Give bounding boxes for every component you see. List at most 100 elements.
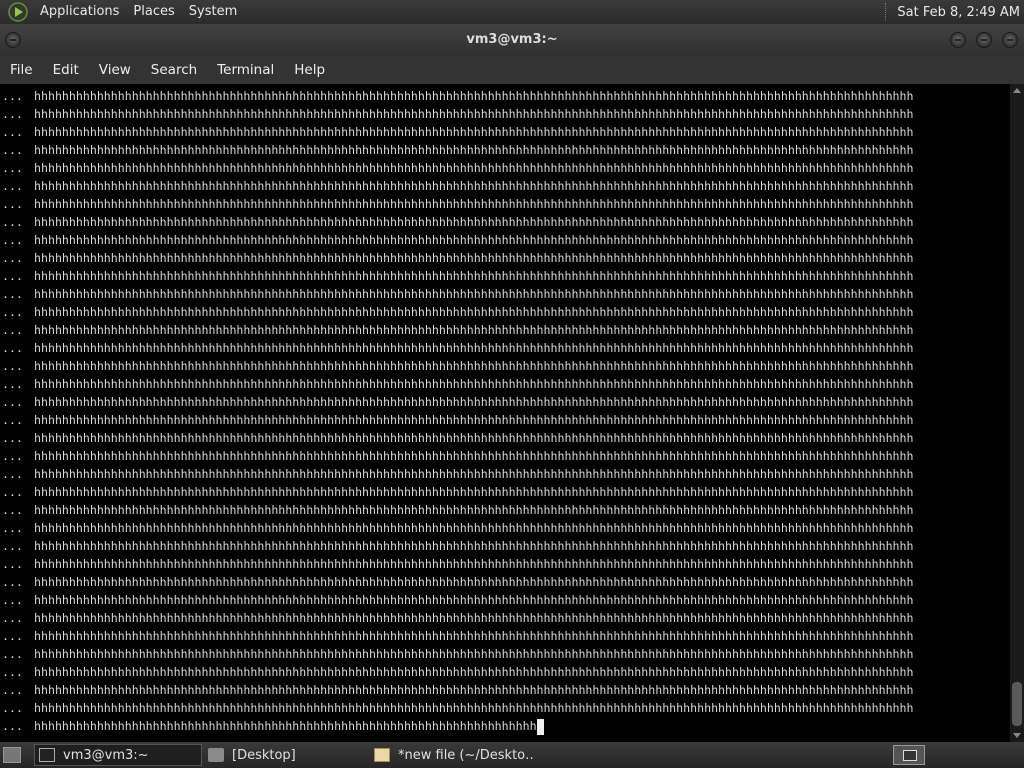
terminal-line: ... hhhhhhhhhhhhhhhhhhhhhhhhhhhhhhhhhhhhh… [2,555,913,573]
text-editor-icon [374,748,390,762]
workspace-switcher[interactable] [893,745,925,765]
clock[interactable]: Sat Feb 8, 2:49 AM [897,5,1024,20]
taskbar-item-terminal[interactable]: vm3@vm3:~ [34,744,202,766]
menu-file[interactable]: File [0,56,43,84]
continuation-prompt: ... [2,449,23,463]
terminal-output[interactable]: ... hhhhhhhhhhhhhhhhhhhhhhhhhhhhhhhhhhhhh… [0,84,1010,742]
terminal-line: ... hhhhhhhhhhhhhhhhhhhhhhhhhhhhhhhhhhhhh… [2,699,913,717]
line-text: hhhhhhhhhhhhhhhhhhhhhhhhhhhhhhhhhhhhhhhh… [34,341,914,355]
terminal-line: ... hhhhhhhhhhhhhhhhhhhhhhhhhhhhhhhhhhhhh… [2,177,913,195]
terminal-line: ... hhhhhhhhhhhhhhhhhhhhhhhhhhhhhhhhhhhhh… [2,213,913,231]
line-text: hhhhhhhhhhhhhhhhhhhhhhhhhhhhhhhhhhhhhhhh… [34,521,914,535]
window-title: vm3@vm3:~ [466,32,558,47]
terminal-line: ... hhhhhhhhhhhhhhhhhhhhhhhhhhhhhhhhhhhhh… [2,105,913,123]
line-text: hhhhhhhhhhhhhhhhhhhhhhhhhhhhhhhhhhhhhhhh… [34,323,914,337]
scroll-up-arrow-icon[interactable] [1013,88,1021,93]
window-titlebar[interactable]: vm3@vm3:~ [0,24,1024,56]
line-text: hhhhhhhhhhhhhhhhhhhhhhhhhhhhhhhhhhhhhhhh… [34,683,914,697]
line-text: hhhhhhhhhhhhhhhhhhhhhhhhhhhhhhhhhhhhhhhh… [34,215,914,229]
line-text: hhhhhhhhhhhhhhhhhhhhhhhhhhhhhhhhhhhhhhhh… [34,467,914,481]
minimize-button[interactable] [950,32,966,48]
continuation-prompt: ... [2,197,23,211]
menu-help[interactable]: Help [284,56,335,84]
distro-logo-icon[interactable] [8,2,28,22]
continuation-prompt: ... [2,503,23,517]
continuation-prompt: ... [2,287,23,301]
panel-separator [885,3,891,21]
terminal-line: ... hhhhhhhhhhhhhhhhhhhhhhhhhhhhhhhhhhhhh… [2,87,913,105]
applications-menu[interactable]: Applications [33,0,126,24]
line-text: hhhhhhhhhhhhhhhhhhhhhhhhhhhhhhhhhhhhhhhh… [34,431,914,445]
taskbar-item-editor[interactable]: *new file (~/Deskto… [370,744,534,766]
maximize-button[interactable] [976,32,992,48]
terminal-line: ... hhhhhhhhhhhhhhhhhhhhhhhhhhhhhhhhhhhhh… [2,339,913,357]
menu-terminal[interactable]: Terminal [207,56,284,84]
places-menu[interactable]: Places [126,0,181,24]
taskbar-item-label: [Desktop] [232,747,296,763]
terminal-line: ... hhhhhhhhhhhhhhhhhhhhhhhhhhhhhhhhhhhhh… [2,465,913,483]
continuation-prompt: ... [2,701,23,715]
line-text: hhhhhhhhhhhhhhhhhhhhhhhhhhhhhhhhhhhhhhhh… [34,449,914,463]
close-button[interactable] [1002,32,1018,48]
line-text: hhhhhhhhhhhhhhhhhhhhhhhhhhhhhhhhhhhhhhhh… [34,161,914,175]
bottom-taskbar: vm3@vm3:~ [Desktop] *new file (~/Deskto… [0,742,1024,768]
continuation-prompt: ... [2,215,23,229]
terminal-line: ... hhhhhhhhhhhhhhhhhhhhhhhhhhhhhhhhhhhhh… [2,501,913,519]
line-text: hhhhhhhhhhhhhhhhhhhhhhhhhhhhhhhhhhhhhhhh… [34,719,537,733]
terminal-line: ... hhhhhhhhhhhhhhhhhhhhhhhhhhhhhhhhhhhhh… [2,195,913,213]
terminal-line: ... hhhhhhhhhhhhhhhhhhhhhhhhhhhhhhhhhhhhh… [2,141,913,159]
line-text: hhhhhhhhhhhhhhhhhhhhhhhhhhhhhhhhhhhhhhhh… [34,485,914,499]
menu-edit[interactable]: Edit [43,56,89,84]
line-text: hhhhhhhhhhhhhhhhhhhhhhhhhhhhhhhhhhhhhhhh… [34,575,914,589]
terminal-line: ... hhhhhhhhhhhhhhhhhhhhhhhhhhhhhhhhhhhhh… [2,429,913,447]
continuation-prompt: ... [2,359,23,373]
taskbar-item-desktop[interactable]: [Desktop] [204,744,368,766]
continuation-prompt: ... [2,341,23,355]
terminal-line: ... hhhhhhhhhhhhhhhhhhhhhhhhhhhhhhhhhhhhh… [2,303,913,321]
continuation-prompt: ... [2,305,23,319]
continuation-prompt: ... [2,647,23,661]
continuation-prompt: ... [2,323,23,337]
terminal-scrollbar[interactable] [1010,84,1024,742]
scrollbar-thumb[interactable] [1012,682,1022,726]
menu-search[interactable]: Search [141,56,207,84]
line-text: hhhhhhhhhhhhhhhhhhhhhhhhhhhhhhhhhhhhhhhh… [34,305,914,319]
terminal-menubar: File Edit View Search Terminal Help [0,56,1024,84]
continuation-prompt: ... [2,413,23,427]
terminal-line: ... hhhhhhhhhhhhhhhhhhhhhhhhhhhhhhhhhhhhh… [2,573,913,591]
terminal-line: ... hhhhhhhhhhhhhhhhhhhhhhhhhhhhhhhhhhhhh… [2,591,913,609]
line-text: hhhhhhhhhhhhhhhhhhhhhhhhhhhhhhhhhhhhhhhh… [34,197,914,211]
continuation-prompt: ... [2,467,23,481]
terminal-line: ... hhhhhhhhhhhhhhhhhhhhhhhhhhhhhhhhhhhhh… [2,159,913,177]
terminal-line: ... hhhhhhhhhhhhhhhhhhhhhhhhhhhhhhhhhhhhh… [2,321,913,339]
folder-icon [208,748,224,762]
continuation-prompt: ... [2,233,23,247]
continuation-prompt: ... [2,377,23,391]
terminal-current-line: ... hhhhhhhhhhhhhhhhhhhhhhhhhhhhhhhhhhhhh… [2,717,913,735]
line-text: hhhhhhhhhhhhhhhhhhhhhhhhhhhhhhhhhhhhhhhh… [34,665,914,679]
terminal-lines: ... hhhhhhhhhhhhhhhhhhhhhhhhhhhhhhhhhhhhh… [2,87,913,735]
terminal-line: ... hhhhhhhhhhhhhhhhhhhhhhhhhhhhhhhhhhhhh… [2,357,913,375]
line-text: hhhhhhhhhhhhhhhhhhhhhhhhhhhhhhhhhhhhhhhh… [34,179,914,193]
line-text: hhhhhhhhhhhhhhhhhhhhhhhhhhhhhhhhhhhhhhhh… [34,269,914,283]
continuation-prompt: ... [2,629,23,643]
continuation-prompt: ... [2,107,23,121]
terminal-line: ... hhhhhhhhhhhhhhhhhhhhhhhhhhhhhhhhhhhhh… [2,519,913,537]
continuation-prompt: ... [2,683,23,697]
scroll-down-arrow-icon[interactable] [1013,733,1021,738]
line-text: hhhhhhhhhhhhhhhhhhhhhhhhhhhhhhhhhhhhhhhh… [34,251,914,265]
continuation-prompt: ... [2,593,23,607]
continuation-prompt: ... [2,179,23,193]
terminal-icon [39,748,55,762]
line-text: hhhhhhhhhhhhhhhhhhhhhhhhhhhhhhhhhhhhhhhh… [34,125,914,139]
menu-view[interactable]: View [89,56,141,84]
show-desktop-icon[interactable] [3,747,21,763]
continuation-prompt: ... [2,431,23,445]
system-menu[interactable]: System [182,0,244,24]
taskbar-item-label: vm3@vm3:~ [63,747,149,763]
continuation-prompt: ... [2,485,23,499]
top-panel: Applications Places System Sat Feb 8, 2:… [0,0,1024,24]
line-text: hhhhhhhhhhhhhhhhhhhhhhhhhhhhhhhhhhhhhhhh… [34,287,914,301]
terminal-line: ... hhhhhhhhhhhhhhhhhhhhhhhhhhhhhhhhhhhhh… [2,123,913,141]
terminal-line: ... hhhhhhhhhhhhhhhhhhhhhhhhhhhhhhhhhhhhh… [2,249,913,267]
